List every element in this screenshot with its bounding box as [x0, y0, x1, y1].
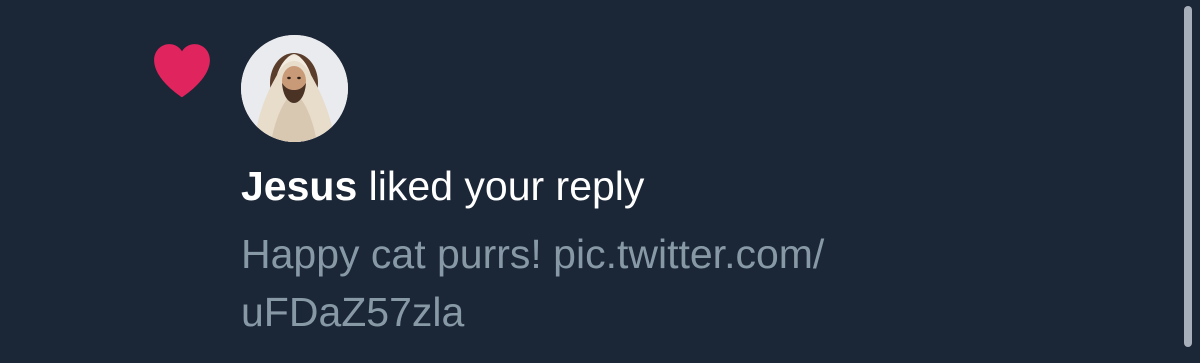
heart-icon [151, 41, 213, 99]
reply-preview-line: uFDaZ57zla [241, 289, 465, 335]
like-notification[interactable]: Jesus liked your reply Happy cat purrs! … [0, 0, 1200, 363]
scrollbar[interactable] [1184, 6, 1192, 347]
avatar[interactable] [241, 35, 348, 142]
notification-headline: Jesus liked your reply [241, 160, 644, 212]
action-text: liked your reply [368, 163, 645, 209]
reply-preview[interactable]: Happy cat purrs! pic.twitter.com/ uFDaZ5… [241, 225, 1001, 341]
user-name[interactable]: Jesus [241, 163, 357, 209]
reply-preview-line: Happy cat purrs! pic.twitter.com/ [241, 231, 825, 277]
